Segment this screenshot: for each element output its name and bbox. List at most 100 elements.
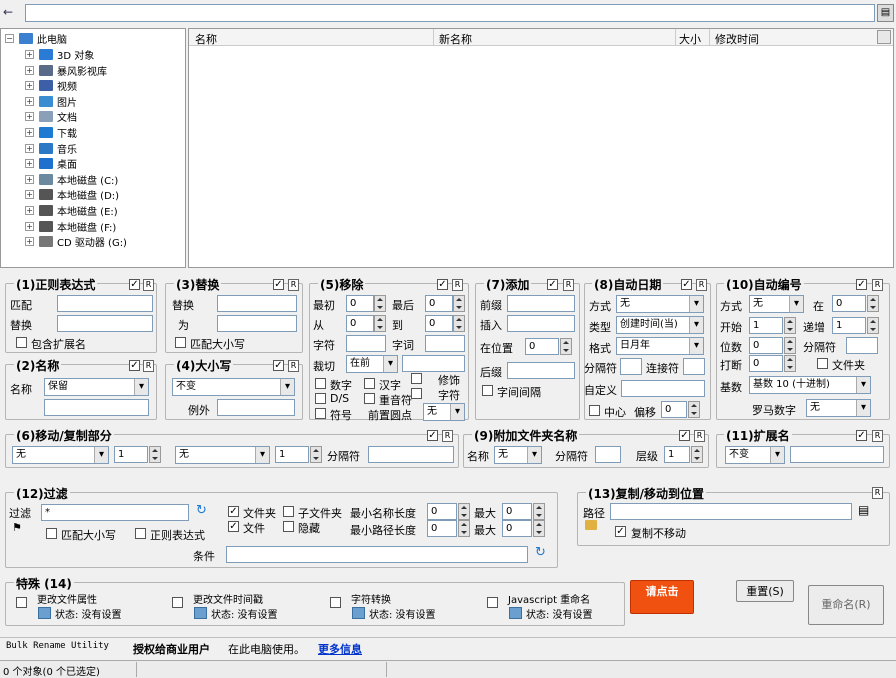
- tree-item[interactable]: + 本地磁盘 (C:): [25, 172, 118, 187]
- auto-number-break-spinner[interactable]: [784, 355, 796, 372]
- auto-date-center-checkbox[interactable]: [589, 405, 600, 416]
- filter-max-name-input[interactable]: 0: [502, 503, 532, 520]
- filter-folders-checkbox[interactable]: ✓: [228, 506, 239, 517]
- remove-trim-checkbox[interactable]: [411, 373, 422, 384]
- add-insert-input[interactable]: [507, 315, 575, 332]
- tree-item[interactable]: + 本地磁盘 (F:): [25, 219, 116, 234]
- remove-reset-button[interactable]: R: [452, 279, 463, 291]
- tree-item[interactable]: +3D 对象: [25, 47, 94, 62]
- remove-words-input[interactable]: [425, 335, 465, 352]
- remove-lead-dots-select[interactable]: 无: [423, 403, 465, 421]
- move-copy-to-select[interactable]: 无: [175, 446, 270, 464]
- remove-last-input[interactable]: 0: [425, 295, 453, 312]
- tree-item[interactable]: + 暴风影视库: [25, 63, 107, 78]
- tree-item[interactable]: + 桌面: [25, 156, 77, 171]
- remove-chars-checkbox[interactable]: [411, 388, 422, 399]
- filter-min-name-input[interactable]: 0: [427, 503, 457, 520]
- auto-number-at-input[interactable]: 0: [832, 295, 866, 312]
- copy-move-reset-button[interactable]: R: [872, 487, 883, 499]
- move-copy-count1-input[interactable]: 1: [114, 446, 148, 463]
- folder-name-select[interactable]: 无: [494, 446, 542, 464]
- special-item-settings-icon[interactable]: [509, 607, 522, 619]
- promo-button[interactable]: 请点击: [630, 580, 694, 614]
- extension-mode-select[interactable]: 不变: [725, 446, 785, 464]
- auto-date-concat-input[interactable]: [683, 358, 705, 375]
- move-copy-count1-spinner[interactable]: [149, 446, 161, 463]
- move-copy-reset-button[interactable]: R: [442, 430, 453, 442]
- add-suffix-input[interactable]: [507, 362, 575, 379]
- expand-icon[interactable]: +: [25, 159, 34, 169]
- special-item-settings-icon[interactable]: [194, 607, 207, 619]
- remove-from-input[interactable]: 0: [346, 315, 374, 332]
- case-mode-select[interactable]: 不变: [172, 378, 295, 396]
- remove-to-spinner[interactable]: [453, 315, 465, 332]
- special-item-checkbox[interactable]: [172, 597, 183, 608]
- auto-number-mode-select[interactable]: 无: [749, 295, 804, 313]
- tree-item[interactable]: + 音乐: [25, 141, 77, 156]
- browse-folder-button[interactable]: ▤: [877, 4, 894, 22]
- add-prefix-input[interactable]: [507, 295, 575, 312]
- filter-min-path-input[interactable]: 0: [427, 520, 457, 537]
- move-copy-enable-checkbox[interactable]: ✓: [427, 430, 438, 441]
- move-copy-from-select[interactable]: 无: [12, 446, 109, 464]
- replace-case-checkbox[interactable]: [175, 337, 186, 348]
- replace-reset-button[interactable]: R: [288, 279, 299, 291]
- pin-icon[interactable]: ←: [3, 5, 19, 21]
- expand-icon[interactable]: +: [25, 65, 34, 75]
- expand-icon[interactable]: +: [25, 96, 34, 106]
- auto-number-increment-input[interactable]: 1: [832, 317, 866, 334]
- folder-name-sep-input[interactable]: [595, 446, 621, 463]
- filter-mask-input[interactable]: *: [41, 504, 189, 521]
- special-item-settings-icon[interactable]: [38, 607, 51, 619]
- special-item-checkbox[interactable]: [330, 597, 341, 608]
- case-enable-checkbox[interactable]: ✓: [273, 360, 284, 371]
- remove-accents-checkbox[interactable]: [364, 393, 375, 404]
- remove-from-spinner[interactable]: [374, 315, 386, 332]
- filter-files-checkbox[interactable]: ✓: [228, 521, 239, 532]
- filter-case-checkbox[interactable]: [46, 528, 57, 539]
- filter-subfolders-checkbox[interactable]: [283, 506, 294, 517]
- replace-enable-checkbox[interactable]: ✓: [273, 279, 284, 290]
- path-input[interactable]: [25, 4, 875, 22]
- remove-digits-checkbox[interactable]: [315, 378, 326, 389]
- reset-button[interactable]: 重置(S): [736, 580, 794, 602]
- filter-min-name-spinner[interactable]: [458, 503, 470, 520]
- filter-min-path-spinner[interactable]: [458, 520, 470, 537]
- move-copy-count2-spinner[interactable]: [310, 446, 322, 463]
- auto-date-sep-input[interactable]: [620, 358, 642, 375]
- auto-date-reset-button[interactable]: R: [696, 279, 707, 291]
- auto-number-at-spinner[interactable]: [867, 295, 879, 312]
- name-reset-button[interactable]: R: [143, 360, 154, 372]
- remove-symbols-checkbox[interactable]: [315, 408, 326, 419]
- add-reset-button[interactable]: R: [563, 279, 574, 291]
- special-item-checkbox[interactable]: [487, 597, 498, 608]
- replace-input[interactable]: [217, 295, 297, 312]
- auto-number-folder-checkbox[interactable]: [817, 358, 828, 369]
- remove-enable-checkbox[interactable]: ✓: [437, 279, 448, 290]
- regex-match-input[interactable]: [57, 295, 153, 312]
- footer-more-info-link[interactable]: 更多信息: [318, 641, 362, 657]
- copy-move-path-input[interactable]: [610, 503, 852, 520]
- folder-name-levels-spinner[interactable]: [691, 446, 703, 463]
- move-copy-sep-input[interactable]: [368, 446, 454, 463]
- expand-icon[interactable]: +: [25, 206, 34, 215]
- tree-item[interactable]: + 文档: [25, 109, 77, 124]
- filter-max-path-spinner[interactable]: [533, 520, 545, 537]
- remove-to-input[interactable]: 0: [425, 315, 453, 332]
- folder-tree[interactable]: − 此电脑 +3D 对象 + 暴风影视库 + 视频 + 图片 + 文档 + 下载 + 音乐 + 桌面 + 本地磁…: [0, 28, 186, 268]
- name-mode-select[interactable]: 保留: [44, 378, 149, 396]
- expand-icon[interactable]: +: [25, 237, 34, 247]
- add-position-spinner[interactable]: [560, 338, 572, 355]
- auto-date-format-select[interactable]: 日月年: [616, 337, 704, 355]
- regex-enable-checkbox[interactable]: ✓: [129, 279, 140, 290]
- add-position-input[interactable]: 0: [525, 338, 559, 355]
- filter-max-path-input[interactable]: 0: [502, 520, 532, 537]
- auto-number-base-select[interactable]: 基数 10 (十进制): [749, 376, 871, 394]
- expand-icon[interactable]: +: [25, 143, 34, 153]
- column-header-new-name[interactable]: 新名称: [439, 31, 472, 47]
- file-list[interactable]: 名称 新名称 大小 修改时间: [188, 28, 894, 268]
- collapse-icon[interactable]: −: [5, 34, 14, 43]
- remove-first-spinner[interactable]: [374, 295, 386, 312]
- tree-item[interactable]: + 本地磁盘 (E:): [25, 203, 118, 218]
- filter-condition-input[interactable]: [226, 546, 528, 563]
